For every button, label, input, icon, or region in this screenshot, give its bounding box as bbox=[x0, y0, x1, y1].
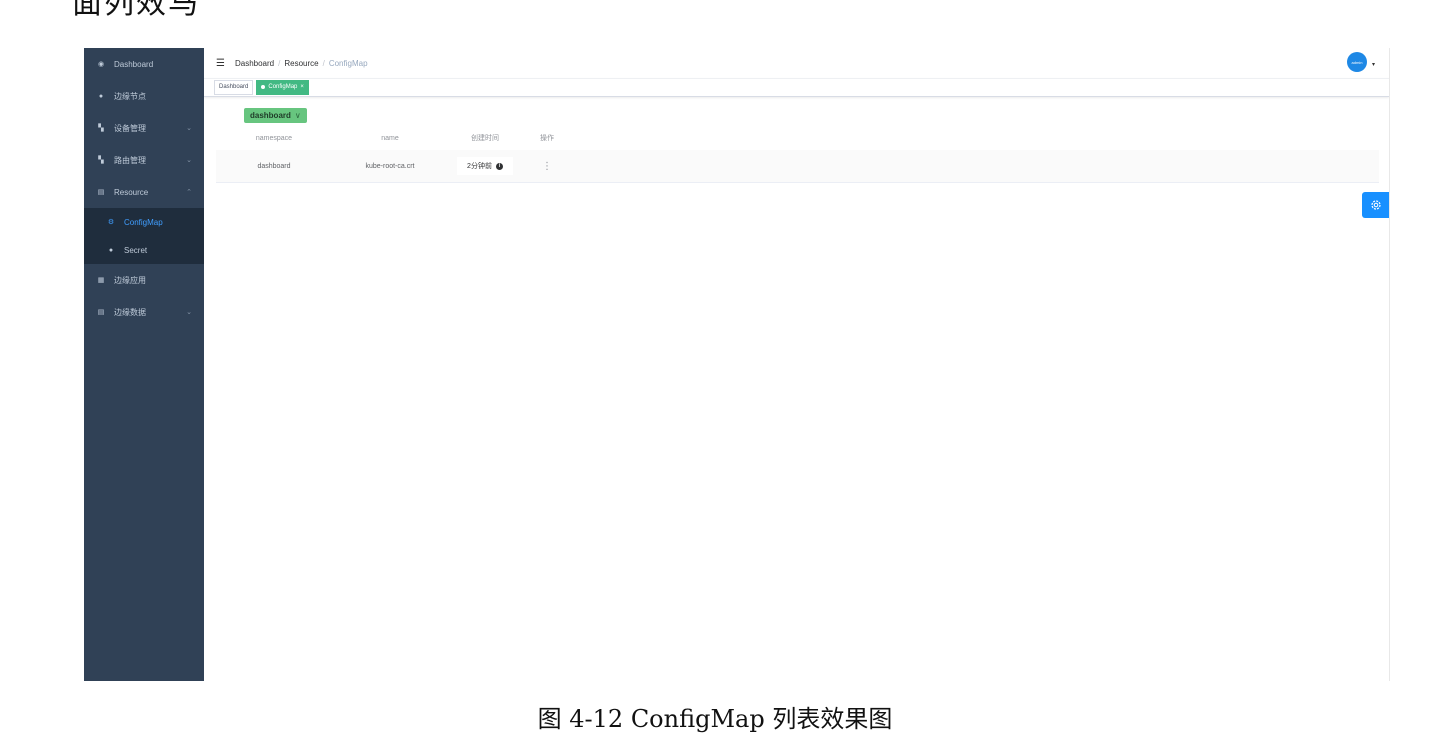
figure-caption: 图 4-12 ConfigMap 列表效果图 bbox=[537, 705, 893, 733]
created-time-text: 2分钟前 bbox=[467, 163, 492, 170]
caret-down-icon[interactable]: ▾ bbox=[1372, 61, 1375, 68]
active-dot-icon bbox=[261, 85, 266, 89]
sidebar-item-label: Secret bbox=[124, 245, 148, 255]
chevron-down-icon: ⌄ bbox=[186, 125, 192, 132]
page-fragment-text: 面列效马 bbox=[72, 0, 200, 21]
data-icon: ▤ bbox=[97, 309, 105, 316]
apps-icon: ▦ bbox=[97, 277, 105, 284]
namespace-select[interactable]: dashboard ∨ bbox=[244, 108, 307, 123]
tag-dashboard[interactable]: Dashboard bbox=[214, 79, 254, 95]
resource-submenu: ⚙ ConfigMap ● Secret bbox=[84, 208, 204, 264]
sidebar: ◉ Dashboard ● 边缘节点 ▚ 设备管理 ⌄ ▚ 路由管理 ⌄ ▤ R… bbox=[84, 48, 204, 681]
info-icon: i bbox=[495, 162, 503, 170]
breadcrumb-item-current: ConfigMap bbox=[328, 58, 368, 68]
breadcrumb-item-resource[interactable]: Resource bbox=[284, 59, 318, 68]
app-window: ◉ Dashboard ● 边缘节点 ▚ 设备管理 ⌄ ▚ 路由管理 ⌄ ▤ R… bbox=[84, 48, 1390, 681]
sidebar-item-configmap[interactable]: ⚙ ConfigMap bbox=[84, 208, 204, 236]
more-actions-icon[interactable]: ⋮ bbox=[542, 161, 552, 172]
sidebar-item-label: 边缘应用 bbox=[114, 275, 146, 285]
sidebar-item-route-management[interactable]: ▚ 路由管理 ⌄ bbox=[84, 144, 204, 176]
dashboard-icon: ◉ bbox=[97, 61, 105, 68]
sidebar-item-resource[interactable]: ▤ Resource ⌃ bbox=[84, 176, 204, 208]
gear-icon bbox=[1371, 200, 1381, 210]
table-header: namespace name 创建时间 操作 bbox=[216, 126, 1379, 150]
breadcrumb-separator: / bbox=[322, 58, 325, 68]
breadcrumb: Dashboard / Resource / ConfigMap bbox=[235, 59, 368, 68]
sidebar-item-label: 设备管理 bbox=[114, 123, 146, 133]
tag-label: Dashboard bbox=[219, 84, 249, 90]
cell-name: kube-root-ca.crt bbox=[365, 162, 415, 170]
sidebar-item-label: 边缘节点 bbox=[114, 91, 146, 101]
chevron-down-icon: ∨ bbox=[294, 111, 301, 120]
chevron-up-icon: ⌃ bbox=[186, 189, 192, 196]
breadcrumb-item-dashboard[interactable]: Dashboard bbox=[235, 59, 274, 68]
main-area: ☰ Dashboard / Resource / ConfigMap admin ▾ D… bbox=[204, 48, 1389, 681]
created-time-badge[interactable]: 2分钟前 i bbox=[457, 157, 513, 175]
hamburger-icon[interactable]: ☰ bbox=[216, 58, 225, 69]
sidebar-item-label: Resource bbox=[114, 187, 149, 197]
sidebar-item-secret[interactable]: ● Secret bbox=[84, 236, 204, 264]
sidebar-item-edge-nodes[interactable]: ● 边缘节点 bbox=[84, 80, 204, 112]
configmap-table: namespace name 创建时间 操作 dashboard kube-ro… bbox=[216, 126, 1379, 183]
column-header-actions: 操作 bbox=[540, 135, 554, 142]
sidebar-item-device-management[interactable]: ▚ 设备管理 ⌄ bbox=[84, 112, 204, 144]
chevron-down-icon: ⌄ bbox=[186, 157, 192, 164]
column-header-created: 创建时间 bbox=[471, 135, 499, 142]
dot-icon: ● bbox=[98, 92, 104, 100]
tag-configmap[interactable]: ConfigMap × bbox=[256, 79, 309, 95]
table-row[interactable]: dashboard kube-root-ca.crt 2分钟前 i ⋮ bbox=[216, 150, 1379, 183]
device-icon: ▚ bbox=[98, 125, 104, 132]
navbar: ☰ Dashboard / Resource / ConfigMap admin ▾ bbox=[204, 48, 1389, 79]
cell-actions: ⋮ bbox=[522, 161, 572, 172]
namespace-select-value: dashboard bbox=[250, 111, 291, 120]
sidebar-item-label: ConfigMap bbox=[124, 217, 163, 227]
tag-label: ConfigMap bbox=[268, 84, 298, 90]
sidebar-item-dashboard[interactable]: ◉ Dashboard bbox=[84, 48, 204, 80]
cell-namespace: dashboard bbox=[257, 162, 291, 170]
cell-created: 2分钟前 i bbox=[448, 157, 522, 175]
sidebar-item-edge-data[interactable]: ▤ 边缘数据 ⌄ bbox=[84, 296, 204, 328]
sidebar-item-edge-apps[interactable]: ▦ 边缘应用 bbox=[84, 264, 204, 296]
breadcrumb-separator: / bbox=[278, 58, 281, 68]
column-header-name: name bbox=[381, 134, 399, 142]
secret-icon: ● bbox=[108, 246, 114, 254]
sidebar-item-label: Dashboard bbox=[114, 59, 154, 69]
close-icon[interactable]: × bbox=[300, 84, 304, 90]
sidebar-item-label: 路由管理 bbox=[114, 155, 146, 165]
route-icon: ▚ bbox=[98, 157, 104, 164]
chevron-down-icon: ⌄ bbox=[186, 309, 192, 316]
sidebar-item-label: 边缘数据 bbox=[114, 307, 146, 317]
configmap-icon: ⚙ bbox=[107, 219, 115, 226]
resource-icon: ▤ bbox=[97, 189, 105, 196]
column-header-namespace: namespace bbox=[255, 134, 293, 142]
settings-button[interactable] bbox=[1362, 192, 1389, 218]
tags-view: Dashboard ConfigMap × bbox=[204, 78, 1389, 97]
avatar[interactable]: admin bbox=[1347, 52, 1367, 72]
